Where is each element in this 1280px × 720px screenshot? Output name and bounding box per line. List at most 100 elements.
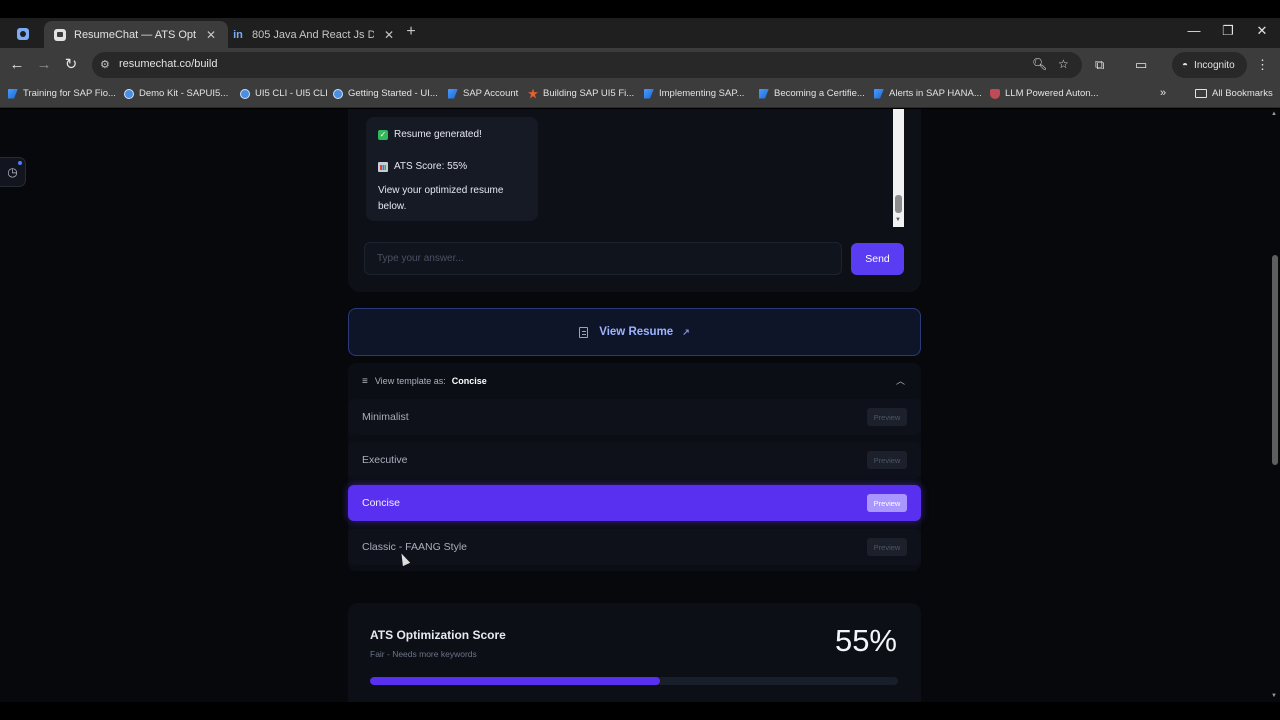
bookmark-item[interactable]: UI5 CLI - UI5 CLI	[240, 88, 328, 99]
bookmark-item[interactable]: Becoming a Certifie...	[759, 88, 865, 99]
current-template-name: Concise	[451, 376, 487, 386]
chat-line: ATS Score: 55%	[378, 159, 526, 175]
template-option[interactable]: Minimalist Preview	[348, 399, 921, 435]
tab-search-button[interactable]	[12, 23, 34, 45]
bookmark-label: Becoming a Certifie...	[774, 88, 865, 99]
bookmark-item[interactable]: LLM Powered Auton...	[990, 88, 1098, 99]
view-resume-button[interactable]: View Resume ↗	[348, 308, 921, 356]
bookmark-item[interactable]: Demo Kit - SAPUI5...	[124, 88, 228, 99]
scroll-down-arrow-icon[interactable]: ▼	[1271, 693, 1277, 699]
notification-dot	[18, 161, 22, 165]
bookmark-item[interactable]: Alerts in SAP HANA...	[874, 88, 982, 99]
ats-score-card: ATS Optimization Score Fair - Needs more…	[348, 603, 921, 702]
template-option-name: Concise	[362, 497, 400, 509]
bookmark-label: Implementing SAP...	[659, 88, 745, 99]
reload-icon[interactable]: ↻	[62, 56, 80, 74]
back-arrow-icon[interactable]: ←	[8, 56, 26, 74]
browser-menu-icon[interactable]: ⋮	[1256, 57, 1269, 73]
bookmark-item[interactable]: Getting Started - UI...	[333, 88, 438, 99]
all-bookmarks-label: All Bookmarks	[1212, 88, 1273, 99]
chat-scroll-thumb[interactable]	[895, 195, 902, 213]
bookmark-label: Building SAP UI5 Fi...	[543, 88, 635, 99]
chat-message-bubble: ✓ Resume generated! ATS Score: 55% View …	[366, 117, 538, 221]
bookmark-label: Training for SAP Fio...	[23, 88, 116, 99]
scroll-up-arrow-icon[interactable]: ▲	[1271, 111, 1277, 117]
restore-icon[interactable]: ❐	[1218, 23, 1238, 39]
page-scroll-thumb[interactable]	[1272, 255, 1278, 465]
template-option[interactable]: Executive Preview	[348, 442, 921, 478]
bookmark-label: Alerts in SAP HANA...	[889, 88, 982, 99]
minimize-icon[interactable]: —	[1184, 23, 1204, 38]
template-selector: ≡ View template as: Concise ︿ Minimalist…	[348, 363, 921, 571]
bookmark-label: UI5 CLI - UI5 CLI	[255, 88, 328, 99]
url-text: resumechat.co/build	[119, 58, 218, 70]
site-settings-icon[interactable]: ⚙	[100, 58, 110, 71]
ats-score-value: 55%	[834, 623, 897, 658]
list-icon: ≡	[362, 375, 368, 387]
template-option[interactable]: Classic - FAANG Style Preview	[348, 529, 921, 565]
view-resume-label: View Resume	[599, 326, 674, 338]
external-link-icon: ↗	[682, 326, 690, 337]
bookmark-label: Getting Started - UI...	[348, 88, 438, 99]
preview-button[interactable]: Preview	[867, 538, 907, 556]
linkedin-icon: in	[233, 28, 243, 41]
scroll-down-arrow-icon[interactable]: ▼	[895, 217, 901, 223]
forward-arrow-icon[interactable]: →	[35, 56, 53, 74]
tab-title: ResumeChat — ATS Optimized	[74, 28, 196, 41]
preview-button[interactable]: Preview	[867, 451, 907, 469]
all-bookmarks-button[interactable]: All Bookmarks	[1195, 88, 1273, 99]
screen-top-bar	[0, 0, 1280, 18]
bookmark-item[interactable]: Training for SAP Fio...	[8, 88, 116, 99]
new-tab-icon[interactable]: +	[402, 23, 420, 41]
star-icon	[528, 88, 538, 99]
answer-input[interactable]	[364, 242, 842, 275]
extensions-icon[interactable]: ⧉	[1095, 57, 1104, 73]
more-bookmarks-icon[interactable]: »	[1160, 87, 1166, 99]
tab-resumechat[interactable]: ResumeChat — ATS Optimized ✕	[44, 21, 228, 48]
clock-icon: ◷	[7, 165, 18, 179]
globe-icon	[240, 88, 250, 99]
bookmark-item[interactable]: SAP Account	[448, 88, 518, 99]
chat-line-text: View your optimized resume below.	[378, 185, 504, 212]
sap-icon	[759, 88, 769, 99]
template-option-name: Executive	[362, 454, 408, 466]
chevron-up-icon[interactable]: ︿	[896, 374, 905, 387]
document-icon	[579, 326, 589, 338]
chat-panel: ✓ Resume generated! ATS Score: 55% View …	[348, 109, 921, 292]
tab-title: 805 Java And React Js Develope	[252, 28, 374, 41]
template-selector-header[interactable]: ≡ View template as: Concise ︿	[348, 363, 921, 399]
template-option-name: Classic - FAANG Style	[362, 541, 468, 553]
bookmark-label: LLM Powered Auton...	[1005, 88, 1099, 99]
template-option[interactable]: Concise Preview	[348, 485, 921, 521]
checkmark-icon: ✓	[378, 130, 388, 140]
tab-linkedin[interactable]: in 805 Java And React Js Develope ✕	[222, 21, 406, 48]
address-bar[interactable]: ⚙ resumechat.co/build 🔍︎ ☆	[92, 52, 1082, 78]
bookmark-star-icon[interactable]: ☆	[1058, 57, 1069, 71]
bookmark-item[interactable]: Implementing SAP...	[644, 88, 744, 99]
incognito-icon: ◓	[1182, 59, 1189, 71]
sap-icon	[8, 88, 18, 99]
bookmark-label: Demo Kit - SAPUI5...	[139, 88, 229, 99]
chat-scrollbar[interactable]: ▼	[893, 109, 904, 227]
history-button[interactable]: ◷	[0, 157, 26, 187]
tab-close-icon[interactable]: ✕	[204, 28, 218, 42]
zoom-icon[interactable]: 🔍︎	[1032, 57, 1047, 71]
preview-button[interactable]: Preview	[867, 408, 907, 426]
chat-bubble-icon	[54, 28, 66, 41]
chat-line-text: Resume generated!	[394, 129, 482, 140]
send-button[interactable]: Send	[851, 243, 904, 275]
sap-icon	[448, 88, 458, 99]
ats-score-progress-fill	[370, 677, 661, 685]
tab-close-icon[interactable]: ✕	[382, 28, 396, 42]
globe-icon	[124, 88, 134, 99]
bookmarks-bar: Training for SAP Fio... Demo Kit - SAPUI5…	[0, 82, 1280, 108]
window-close-icon[interactable]: ✕	[1252, 23, 1272, 39]
bookmark-item[interactable]: Building SAP UI5 Fi...	[528, 88, 634, 99]
bookmark-label: SAP Account	[463, 88, 519, 99]
page-scrollbar[interactable]: ▲ ▼	[1270, 109, 1280, 702]
preview-button[interactable]: Preview	[867, 494, 907, 512]
incognito-badge[interactable]: ◓ Incognito	[1172, 52, 1247, 78]
screen-bottom-bar	[0, 702, 1280, 720]
cast-icon[interactable]: ▭	[1135, 57, 1147, 73]
sap-icon	[874, 88, 884, 99]
